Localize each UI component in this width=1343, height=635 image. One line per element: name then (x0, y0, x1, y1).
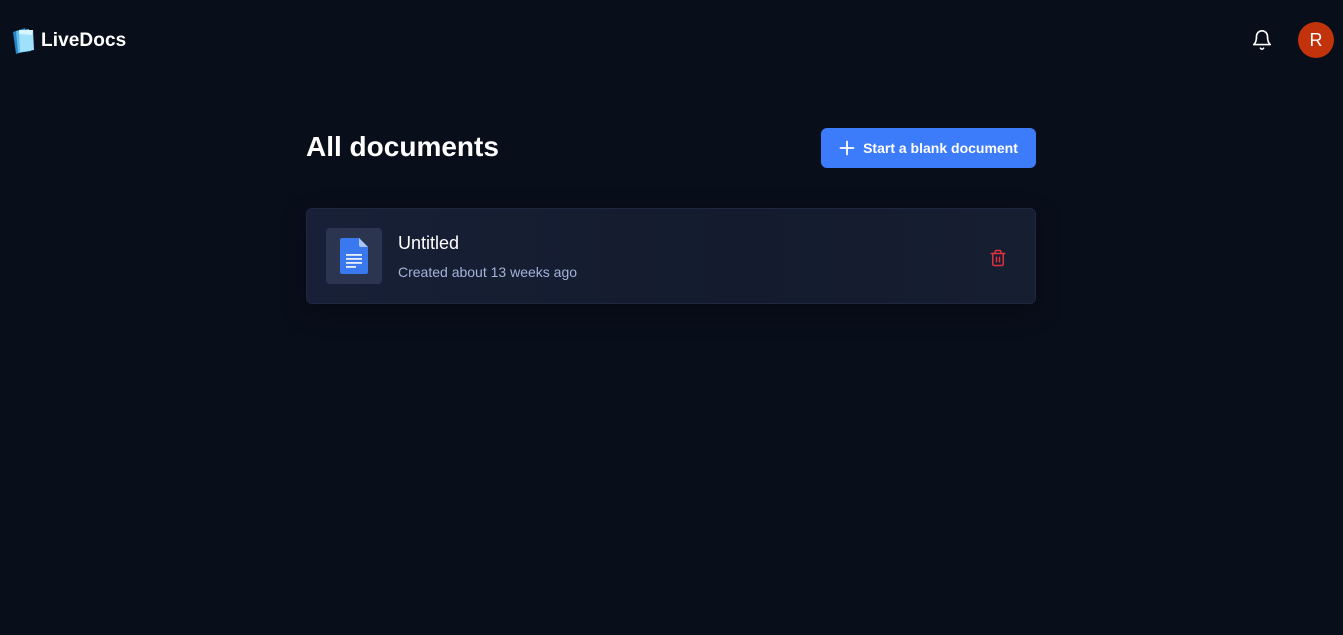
start-blank-document-button[interactable]: Start a blank document (821, 128, 1036, 168)
bell-icon (1252, 30, 1272, 50)
trash-icon (990, 249, 1006, 267)
avatar-initial: R (1309, 29, 1323, 50)
top-header: LiveDocs R (0, 0, 1343, 80)
notifications-button[interactable] (1249, 27, 1275, 53)
document-list-item[interactable]: Untitled Created about 13 weeks ago (306, 208, 1036, 304)
page-title: All documents (306, 131, 499, 162)
brand-logo[interactable]: LiveDocs (10, 26, 126, 56)
document-created-time: Created about 13 weeks ago (398, 264, 578, 280)
document-title: Untitled (398, 233, 460, 253)
plus-icon (839, 140, 855, 156)
document-icon (340, 238, 368, 274)
delete-document-button[interactable] (987, 247, 1009, 269)
brand-name: LiveDocs (41, 30, 127, 51)
start-blank-document-label: Start a blank document (863, 140, 1018, 156)
user-avatar[interactable]: R (1298, 22, 1334, 58)
livedocs-logo-icon (13, 28, 34, 54)
document-thumbnail (326, 228, 382, 284)
